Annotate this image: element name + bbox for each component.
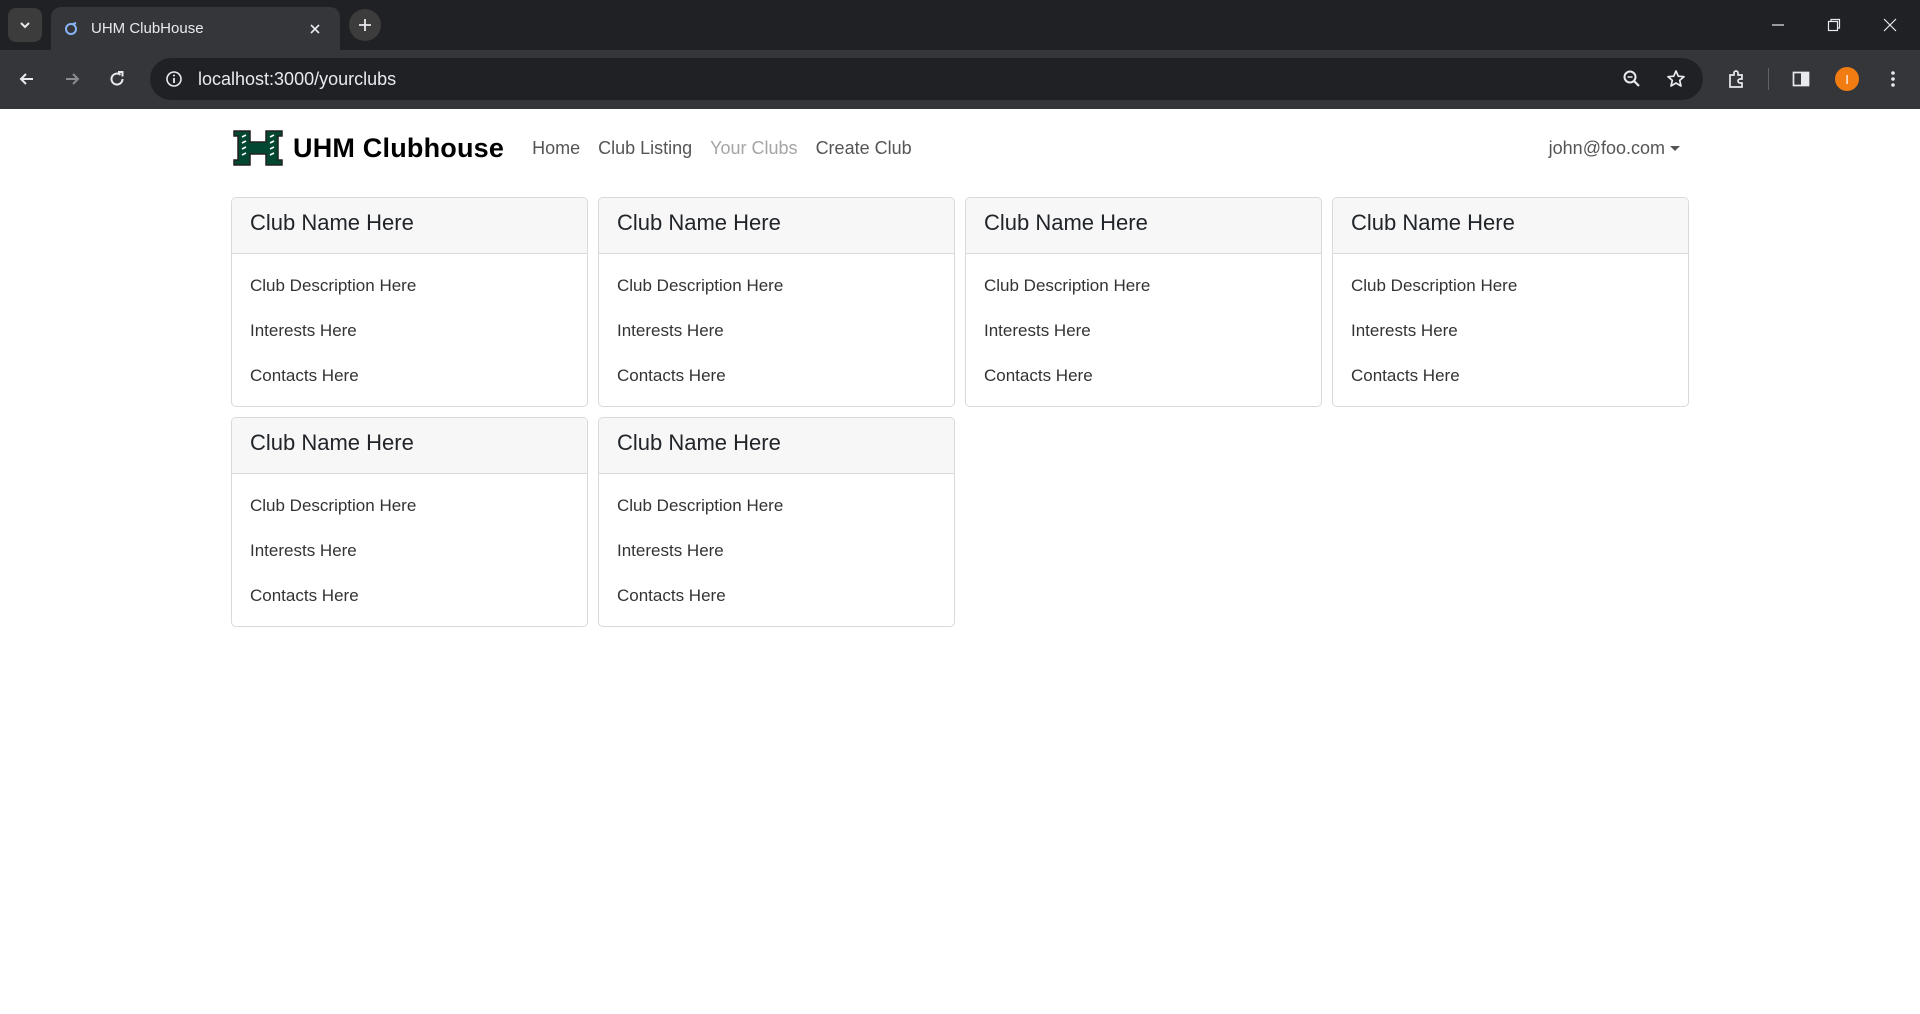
club-contacts: Contacts Here [250,586,359,605]
nav-your-clubs[interactable]: Your Clubs [710,138,797,159]
user-email: john@foo.com [1548,137,1665,158]
url-text[interactable]: localhost:3000/yourclubs [198,69,1615,90]
user-dropdown[interactable]: john@foo.com [1549,138,1680,159]
club-card: Club Name Here Club Description Here Int… [231,417,588,627]
favicon-icon [63,21,79,37]
profile-avatar[interactable]: I [1835,67,1859,91]
browser-toolbar: localhost:3000/yourclubs [0,50,1920,109]
reload-icon[interactable] [100,62,134,96]
close-icon[interactable] [304,18,326,40]
plus-icon[interactable] [349,9,381,41]
restore-icon[interactable] [1806,0,1862,50]
club-contacts: Contacts Here [1351,366,1460,385]
browser-tab[interactable]: UHM ClubHouse [51,7,340,50]
back-icon[interactable] [10,62,44,96]
club-name: Club Name Here [599,198,954,254]
club-description: Club Description Here [984,276,1151,295]
club-description: Club Description Here [250,496,417,515]
club-description: Club Description Here [250,276,417,295]
tab-strip: UHM ClubHouse [0,0,1920,50]
brand[interactable]: UHM Clubhouse [232,127,504,169]
brand-name: UHM Clubhouse [293,132,505,163]
close-window-icon[interactable] [1862,0,1918,50]
nav-club-listing[interactable]: Club Listing [598,138,692,159]
page: UHM Clubhouse Home Club Listing Your Clu… [0,109,1920,1014]
club-name: Club Name Here [232,418,587,474]
caret-down-icon [1670,145,1680,151]
star-icon[interactable] [1659,62,1693,96]
info-icon[interactable] [162,67,186,91]
club-description: Club Description Here [617,276,784,295]
menu-icon[interactable] [1876,62,1910,96]
toolbar-divider [1768,68,1769,90]
club-contacts: Contacts Here [250,366,359,385]
club-contacts: Contacts Here [617,586,726,605]
nav-home[interactable]: Home [532,138,580,159]
club-interests: Interests Here [984,321,1091,340]
uh-logo-icon [233,130,283,166]
club-description: Club Description Here [1351,276,1518,295]
tab-list-icon[interactable] [8,8,42,42]
nav-create-club[interactable]: Create Club [816,138,912,159]
club-contacts: Contacts Here [617,366,726,385]
minimize-icon[interactable] [1750,0,1806,50]
extensions-icon[interactable] [1719,62,1753,96]
sidepanel-icon[interactable] [1784,62,1818,96]
club-card: Club Name Here Club Description Here Int… [231,197,588,407]
club-interests: Interests Here [617,321,724,340]
club-name: Club Name Here [599,418,954,474]
tab-title: UHM ClubHouse [91,20,204,37]
club-interests: Interests Here [1351,321,1458,340]
club-description: Club Description Here [617,496,784,515]
address-bar[interactable]: localhost:3000/yourclubs [150,58,1703,100]
club-name: Club Name Here [232,198,587,254]
club-card: Club Name Here Club Description Here Int… [598,197,955,407]
club-contacts: Contacts Here [984,366,1093,385]
club-card: Club Name Here Club Description Here Int… [1332,197,1689,407]
site-navbar: UHM Clubhouse Home Club Listing Your Clu… [232,123,1688,173]
forward-icon[interactable] [55,62,89,96]
club-cards-grid: Club Name Here Club Description Here Int… [231,197,1689,627]
club-card: Club Name Here Club Description Here Int… [965,197,1322,407]
club-interests: Interests Here [250,541,357,560]
club-card: Club Name Here Club Description Here Int… [598,417,955,627]
club-interests: Interests Here [250,321,357,340]
zoom-icon[interactable] [1615,62,1649,96]
club-name: Club Name Here [966,198,1321,254]
club-interests: Interests Here [617,541,724,560]
club-name: Club Name Here [1333,198,1688,254]
